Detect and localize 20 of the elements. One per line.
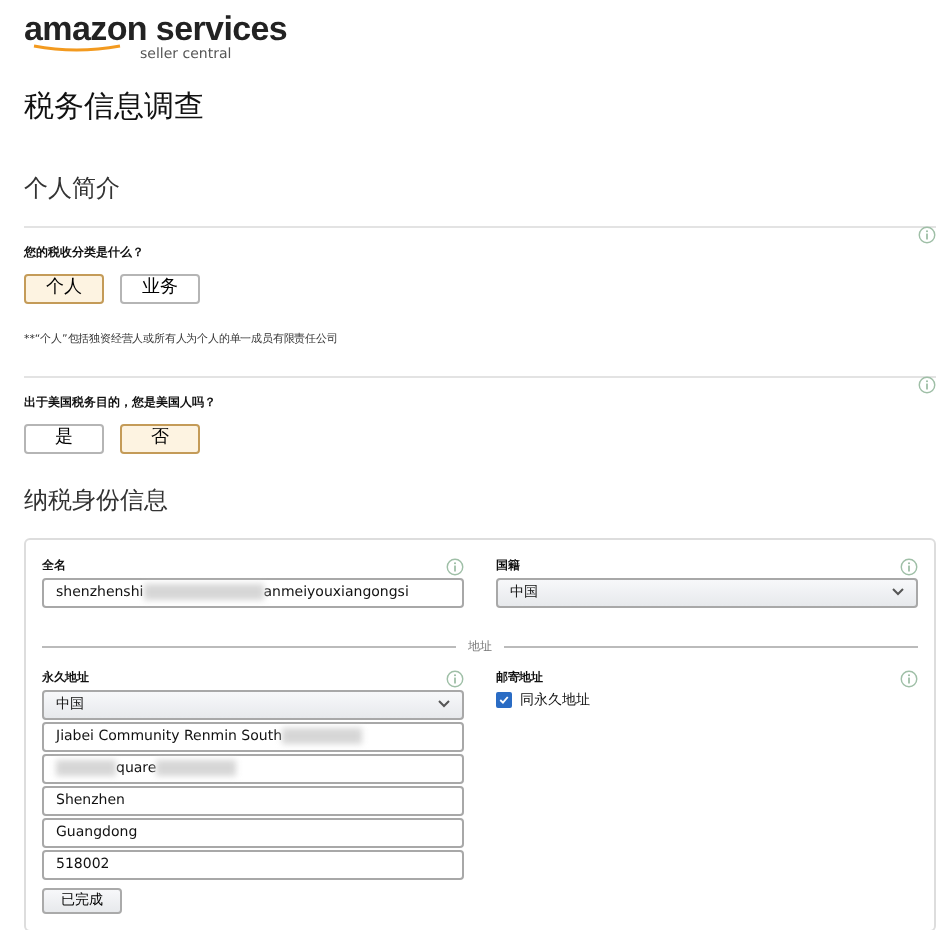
blurred-text: [282, 728, 363, 744]
info-icon[interactable]: [918, 225, 936, 243]
chevron-down-icon: [438, 700, 450, 708]
info-icon[interactable]: [900, 669, 918, 687]
option-button[interactable]: 是: [24, 423, 104, 453]
option-button[interactable]: 业务: [120, 273, 200, 303]
checkbox[interactable]: [496, 691, 512, 708]
info-icon[interactable]: [918, 375, 936, 393]
blurred-text: [56, 760, 116, 776]
info-icon[interactable]: [900, 557, 918, 575]
section-heading: 纳税身份信息: [24, 483, 170, 517]
page-title: 税务信息调查: [24, 86, 206, 128]
info-icon[interactable]: [446, 669, 464, 687]
info-icon[interactable]: [446, 557, 464, 575]
chevron-down-icon: [892, 588, 904, 596]
blurred-text: [143, 584, 264, 600]
section-heading: 个人简介: [24, 171, 122, 205]
option-button[interactable]: 否: [120, 423, 200, 453]
blurred-text: [156, 760, 237, 776]
option-button[interactable]: 个人: [24, 273, 104, 303]
